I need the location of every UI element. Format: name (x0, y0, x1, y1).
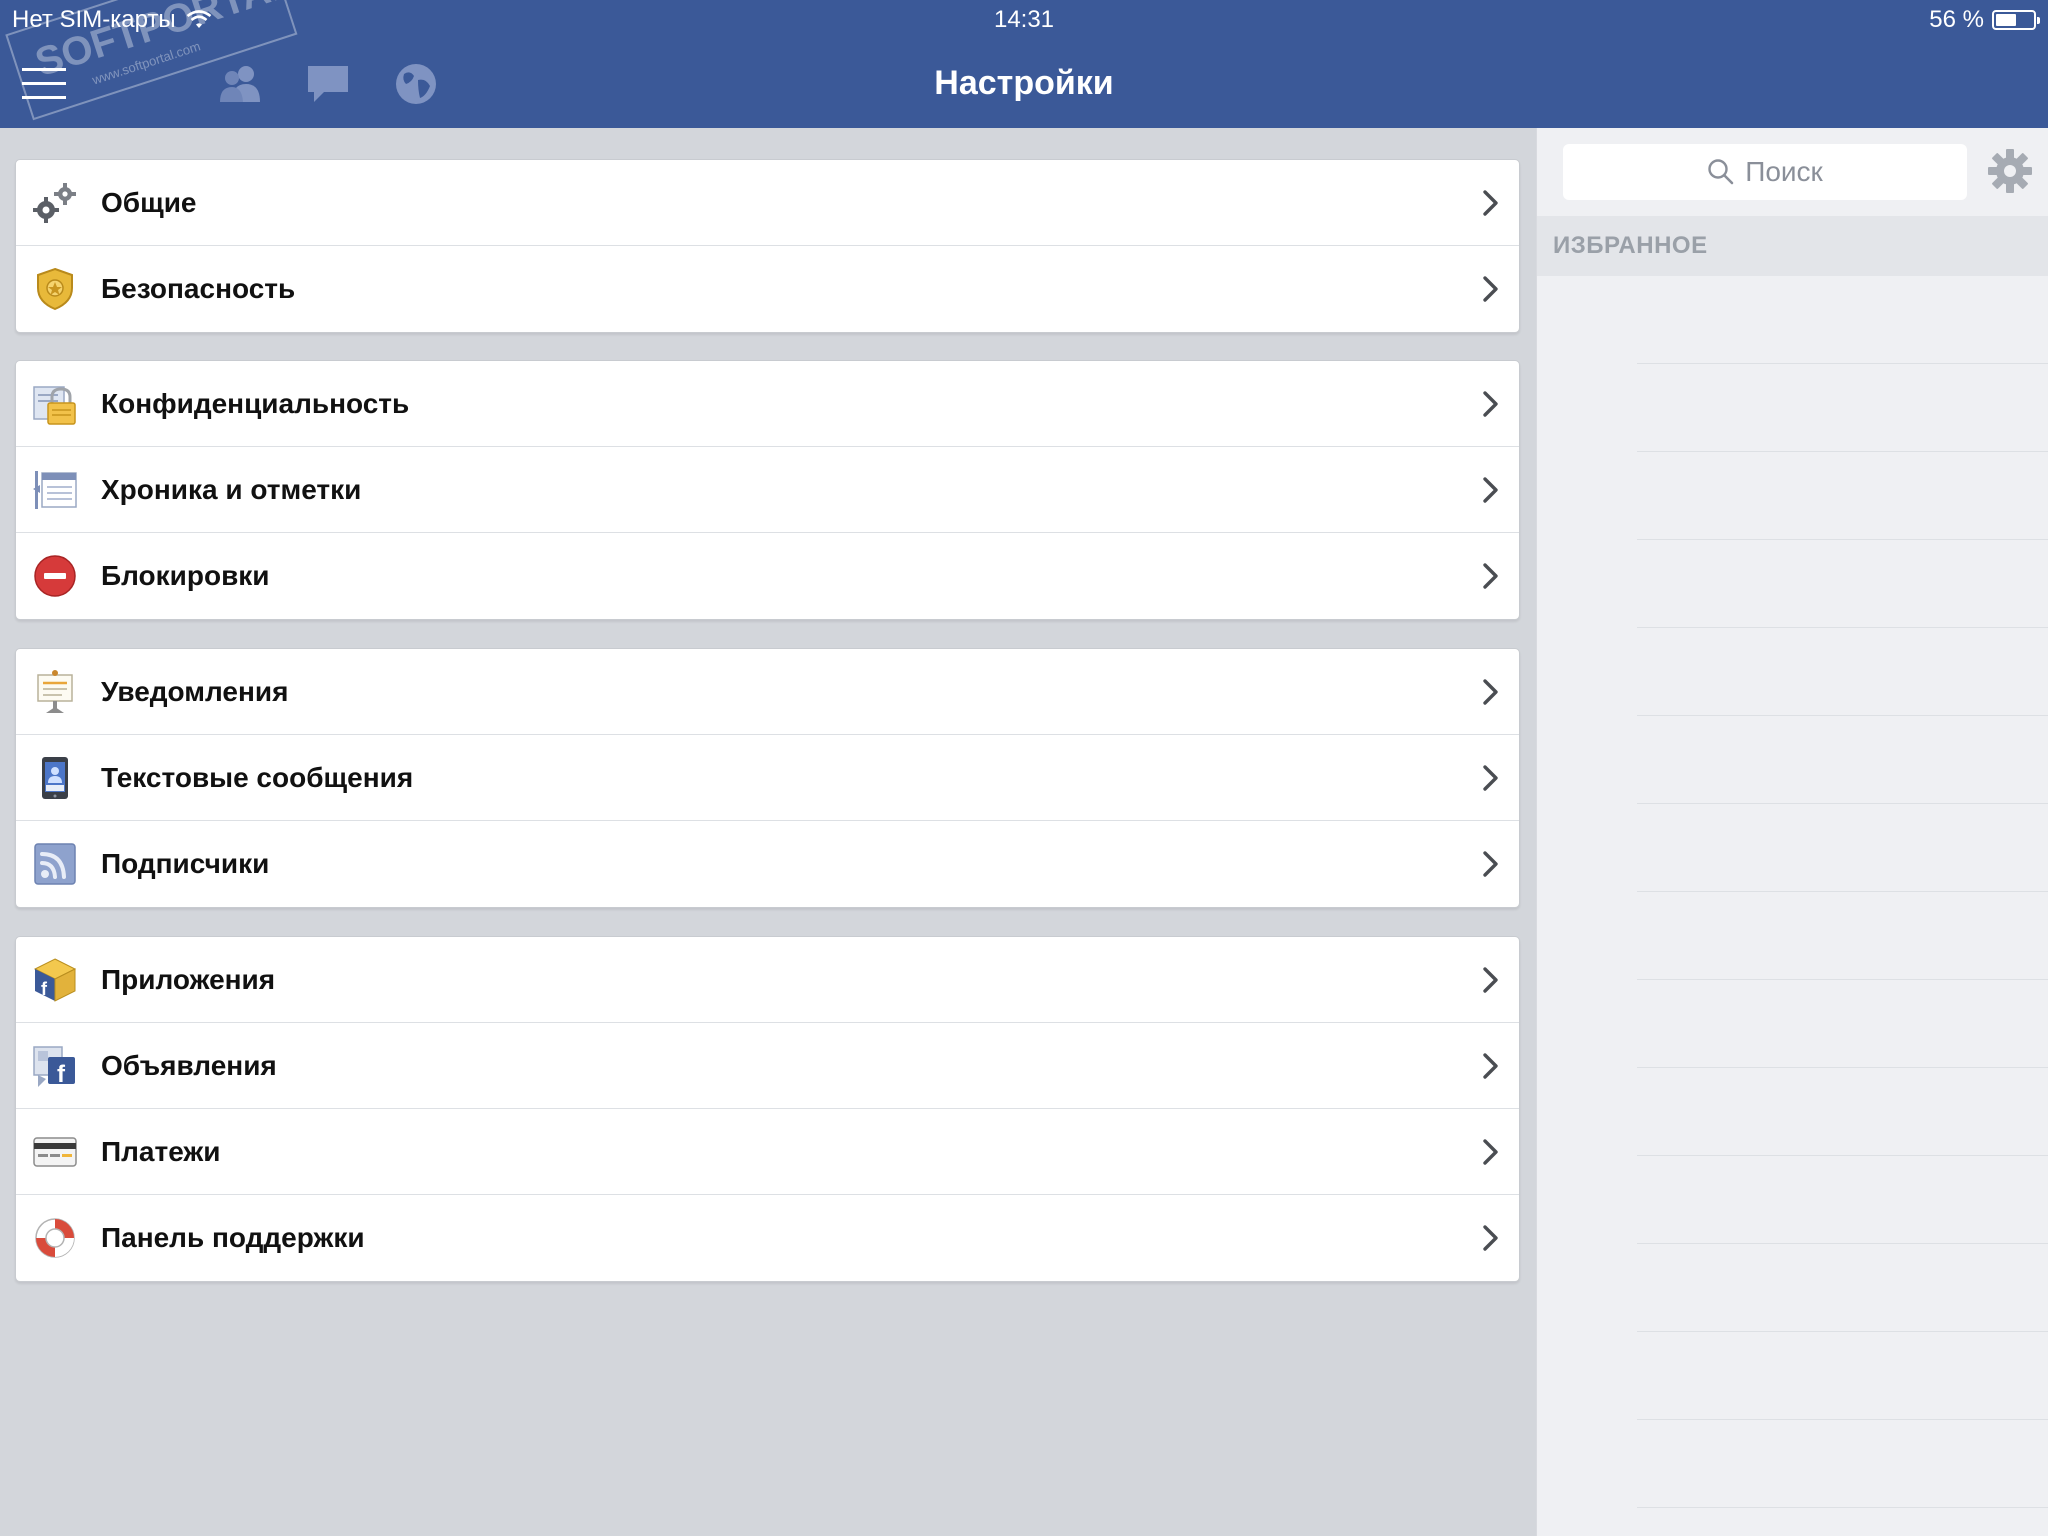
chevron-right-icon (1475, 272, 1505, 306)
settings-row-label: Приложения (101, 963, 276, 995)
chevron-right-icon (1475, 1221, 1505, 1255)
sidebar-settings-button[interactable] (1985, 146, 2035, 196)
status-battery: 56 % (1929, 6, 2040, 34)
settings-group-notifications: Уведомления Текстовые сообщения Подписчики (15, 648, 1520, 908)
chevron-right-icon (1475, 1135, 1505, 1169)
chevron-right-icon (1475, 847, 1505, 881)
search-placeholder: Поиск (1745, 156, 1823, 187)
settings-row[interactable]: Безопасность (16, 246, 1519, 332)
gears-icon (32, 180, 78, 226)
list-item-empty (1637, 980, 2048, 1068)
settings-row[interactable]: Конфиденциальность (16, 361, 1519, 447)
favorites-header-label: ИЗБРАННОЕ (1553, 232, 1708, 259)
list-item-empty (1637, 1068, 2048, 1156)
chevron-right-icon (1475, 387, 1505, 421)
settings-group-general: Общие Безопасность (15, 159, 1520, 333)
battery-fill (1996, 14, 2017, 26)
settings-row-label: Объявления (101, 1049, 277, 1081)
list-item-empty (1637, 716, 2048, 804)
settings-row-label: Хроника и отметки (101, 473, 362, 505)
settings-row[interactable]: Подписчики (16, 821, 1519, 907)
rss-icon (32, 841, 78, 887)
settings-row[interactable]: Хроника и отметки (16, 447, 1519, 533)
search-icon (1708, 159, 1734, 185)
gear-icon (1988, 149, 2032, 193)
list-item-empty (1637, 892, 2048, 980)
chevron-right-icon (1475, 963, 1505, 997)
chevron-right-icon (1475, 761, 1505, 795)
battery-icon (1992, 10, 2040, 30)
lifebuoy-icon (32, 1215, 78, 1261)
status-time: 14:31 (993, 6, 1055, 33)
svg-text:f: f (57, 1061, 66, 1088)
right-sidebar: Поиск ИЗБРАННОЕ (1536, 128, 2048, 1536)
search-input[interactable]: Поиск (1563, 144, 1967, 200)
security-badge-icon (32, 266, 78, 312)
settings-row-label: Безопасность (101, 273, 296, 304)
list-item-empty (1637, 276, 2048, 364)
ads-icon: f (32, 1043, 78, 1089)
list-item-empty (1637, 1244, 2048, 1332)
list-item-empty (1637, 628, 2048, 716)
settings-row[interactable]: Блокировки (16, 533, 1519, 619)
credit-card-icon (32, 1129, 78, 1175)
privacy-lock-icon (32, 381, 78, 427)
settings-group-privacy: Конфиденциальность Хроника и отметки Блоки… (15, 360, 1520, 620)
settings-row-label: Конфиденциальность (101, 387, 410, 419)
settings-row-label: Общие (101, 186, 197, 218)
settings-row[interactable]: f Объявления (16, 1023, 1519, 1109)
settings-row[interactable]: f Приложения (16, 937, 1519, 1023)
settings-row-label: Подписчики (101, 848, 270, 879)
apps-box-icon: f (32, 957, 78, 1003)
svg-text:f: f (41, 979, 48, 999)
favorites-list (1637, 276, 2048, 1508)
list-item-empty (1637, 364, 2048, 452)
block-icon (32, 553, 78, 599)
page-title: Настройки (934, 64, 1114, 102)
settings-row-label: Уведомления (101, 675, 289, 707)
notifications-icon (32, 669, 78, 715)
timeline-icon (32, 467, 78, 513)
list-item-empty (1637, 1332, 2048, 1420)
battery-percent: 56 % (1929, 6, 1984, 33)
top-bar: Нет SIM-карты 14:31 56 % Настройки SOFTP… (0, 0, 2048, 128)
chevron-right-icon (1475, 186, 1505, 220)
settings-row-label: Панель поддержки (101, 1222, 365, 1253)
settings-row[interactable]: Уведомления (16, 649, 1519, 735)
settings-group-apps: f Приложения f Объявления Платежи Панель подд… (15, 936, 1520, 1282)
list-item-empty (1637, 804, 2048, 892)
settings-row-label: Платежи (101, 1135, 221, 1167)
list-item-empty (1637, 540, 2048, 628)
chevron-right-icon (1475, 559, 1505, 593)
settings-row[interactable]: Общие (16, 160, 1519, 246)
list-item-empty (1637, 452, 2048, 540)
favorites-header: ИЗБРАННОЕ (1537, 216, 2048, 276)
settings-row[interactable]: Платежи (16, 1109, 1519, 1195)
list-item-empty (1637, 1420, 2048, 1508)
chevron-right-icon (1475, 1049, 1505, 1083)
settings-row[interactable]: Текстовые сообщения (16, 735, 1519, 821)
mobile-phone-icon (32, 755, 78, 801)
settings-list: Общие Безопасность Конфиденциальность Хрон… (0, 128, 1536, 1536)
list-item-empty (1637, 1156, 2048, 1244)
chevron-right-icon (1475, 675, 1505, 709)
settings-row[interactable]: Панель поддержки (16, 1195, 1519, 1281)
settings-row-label: Блокировки (101, 560, 270, 591)
settings-row-label: Текстовые сообщения (101, 761, 414, 793)
chevron-right-icon (1475, 473, 1505, 507)
